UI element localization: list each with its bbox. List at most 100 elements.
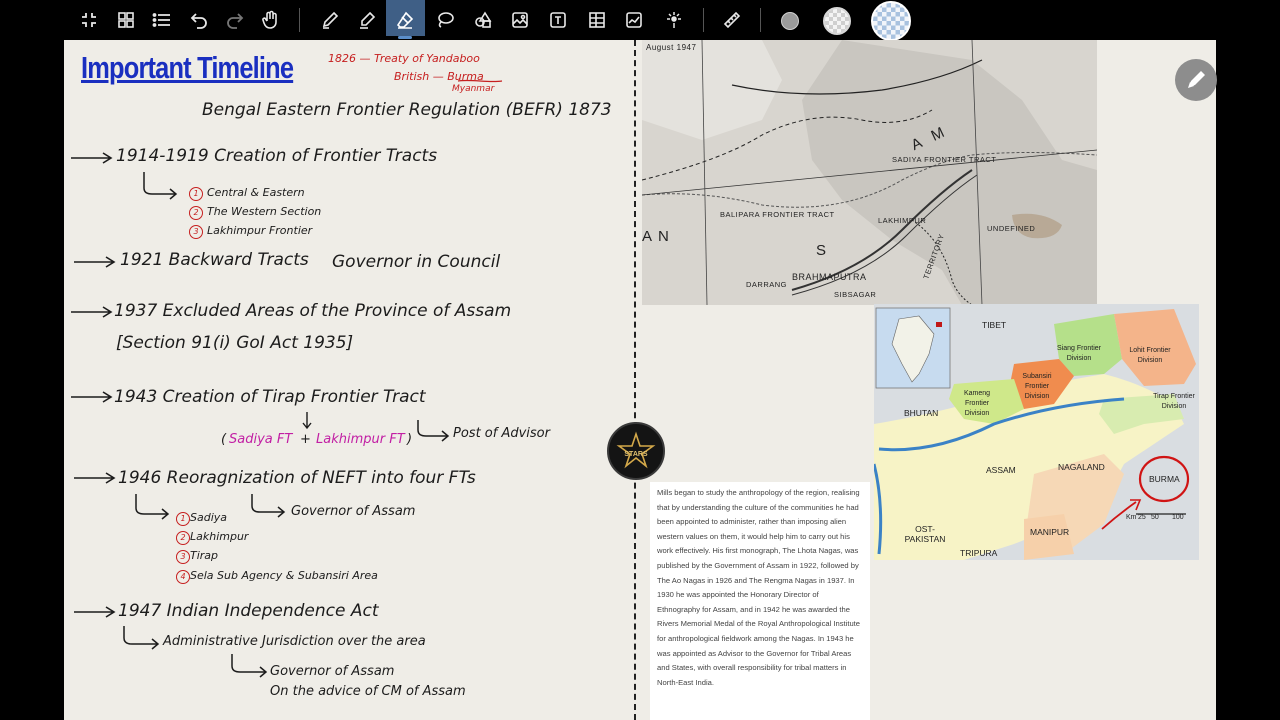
arrow-icon	[71, 152, 113, 164]
map-label: LAKHIMPUR	[878, 216, 927, 225]
map-label: 50	[1151, 514, 1159, 521]
laser-icon[interactable]	[662, 8, 686, 32]
dot-color[interactable]	[781, 12, 799, 30]
redo-icon[interactable]	[223, 8, 247, 32]
branch-arrow-icon	[231, 654, 268, 678]
map-label: Km	[1126, 514, 1137, 521]
down-arrow-icon	[302, 412, 312, 430]
light-color[interactable]	[823, 7, 851, 35]
image-icon[interactable]	[508, 8, 532, 32]
arrow-icon	[74, 472, 116, 484]
map-label: Lohit Frontier Division	[1129, 347, 1171, 364]
text-icon[interactable]	[546, 8, 570, 32]
collapse-icon[interactable]	[77, 8, 101, 32]
list-item: Central & Eastern	[207, 186, 305, 199]
pencil-icon	[1188, 71, 1205, 88]
map-outline	[642, 40, 1097, 305]
nefa-map-image[interactable]: TIBET Siang Frontier Division Lohit Fron…	[874, 304, 1199, 560]
map-label: TIBET	[982, 320, 1007, 330]
event-1921: 1921 Backward Tracts	[120, 250, 309, 270]
underline-mark	[457, 79, 503, 83]
arrow-icon	[74, 256, 116, 268]
toolbar-separator	[299, 8, 300, 32]
hand-pen-icon[interactable]	[259, 8, 283, 32]
map-label: SIBSAGAR	[834, 290, 877, 299]
advice-of-cm: On the advice of CM of Assam	[270, 684, 466, 699]
shapes-icon[interactable]	[471, 8, 495, 32]
map-label: BRAHMAPUTRA	[792, 272, 867, 282]
event-1914: 1914-1919 Creation of Frontier Tracts	[116, 146, 438, 166]
branch-arrow-icon	[251, 494, 286, 518]
number-circle: 2	[189, 206, 203, 220]
map-label: Tirap Frontier Division	[1153, 393, 1195, 410]
list-item: Sela Sub Agency & Subansiri Area	[190, 569, 378, 582]
page-divider	[634, 40, 636, 720]
list-icon[interactable]	[150, 8, 174, 32]
map-label: BURMA	[1149, 474, 1180, 484]
map-label: OST-PAKISTAN	[904, 524, 946, 544]
event-1946: 1946 Reoragnization of NEFT into four FT…	[118, 468, 476, 488]
edit-pen-button[interactable]	[1175, 59, 1217, 101]
page-title: Important Timeline	[81, 50, 294, 85]
stars-logo: STARS	[607, 422, 665, 480]
map-label: Kameng Frontier Division	[963, 390, 991, 417]
plus-sign: +	[300, 432, 311, 447]
map-label: S	[816, 242, 827, 259]
number-circle: 2	[176, 531, 190, 545]
map-label: BHUTAN	[904, 408, 939, 418]
branch-arrow-icon	[135, 494, 170, 520]
toolbar	[0, 0, 1280, 41]
lakhimpur-ft: Lakhimpur FT	[316, 432, 405, 447]
map-label: BALIPARA FRONTIER TRACT	[720, 210, 835, 219]
administrative-jurisdiction: Administrative Jurisdiction over the are…	[163, 634, 426, 649]
map-label: ASSAM	[986, 465, 1016, 475]
map-label: MANIPUR	[1030, 527, 1070, 537]
active-tool-indicator	[398, 36, 412, 39]
map-label: 25	[1138, 514, 1146, 521]
treaty-note-myanmar: Myanmar	[452, 84, 495, 94]
number-circle: 1	[176, 512, 190, 526]
number-circle: 3	[176, 550, 190, 564]
event-1937-section: [Section 91(i) GoI Act 1935]	[116, 333, 354, 353]
map-label: 100	[1172, 514, 1184, 521]
text-excerpt-image[interactable]: Mills began to study the anthropology of…	[650, 482, 870, 720]
number-circle: 4	[176, 570, 190, 584]
eraser-icon[interactable]	[393, 8, 417, 32]
notebook-page[interactable]: Important Timeline 1826 — Treaty of Yand…	[64, 40, 1216, 720]
grid-icon[interactable]	[114, 8, 138, 32]
map-label: Siang Frontier Division	[1057, 345, 1101, 362]
list-item: Lakhimpur	[190, 530, 249, 543]
branch-arrow-icon	[143, 172, 178, 200]
treaty-note: 1826 — Treaty of Yandaboo	[328, 52, 480, 65]
governor-of-assam-1947: Governor of Assam	[270, 664, 395, 679]
governor-in-council: Governor in Council	[332, 252, 501, 272]
historical-map-image[interactable]: August 1947 SADIYA FRONTIER TRACT BALIPA…	[642, 40, 1097, 305]
toolbar-separator	[760, 8, 761, 32]
list-item: Tirap	[190, 549, 219, 562]
highlighter-icon[interactable]	[355, 8, 379, 32]
map-label: Subansiri Frontier Division	[1022, 373, 1052, 400]
checker-color[interactable]	[871, 1, 911, 41]
toolbar-separator	[703, 8, 704, 32]
undo-icon[interactable]	[187, 8, 211, 32]
map-label: DARRANG	[746, 280, 788, 289]
ruler-icon[interactable]	[720, 8, 744, 32]
list-item: The Western Section	[207, 205, 322, 218]
map-label: UNDEFINED	[987, 224, 1036, 233]
chart-icon[interactable]	[622, 8, 646, 32]
number-circle: 3	[189, 225, 203, 239]
table-icon[interactable]	[585, 8, 609, 32]
map-label: SADIYA FRONTIER TRACT	[892, 155, 997, 164]
governor-of-assam-1946: Governor of Assam	[291, 504, 416, 519]
arrow-icon	[71, 391, 113, 403]
list-item: Sadiya	[190, 511, 228, 524]
event-1943: 1943 Creation of Tirap Frontier Tract	[114, 387, 426, 407]
lasso-icon[interactable]	[433, 8, 457, 32]
pen-icon[interactable]	[318, 8, 342, 32]
number-circle: 1	[189, 187, 203, 201]
logo-text: STARS	[624, 451, 648, 458]
list-item: Lakhimpur Frontier	[207, 224, 313, 237]
post-of-advisor: Post of Advisor	[453, 426, 550, 441]
branch-arrow-icon	[123, 626, 160, 650]
branch-arrow-icon	[417, 420, 450, 442]
